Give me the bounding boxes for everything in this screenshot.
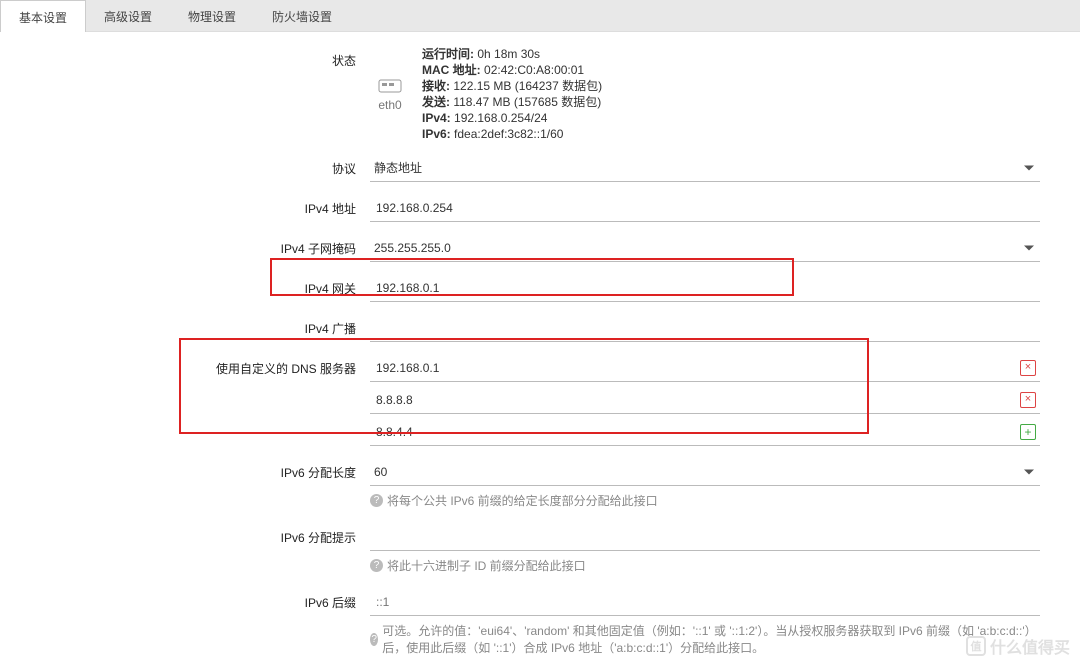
ipv6-suffix-input[interactable] [374,594,1036,610]
label-ipv6-suffix: IPv6 后缀 [0,588,370,611]
tabbar: 基本设置 高级设置 物理设置 防火墙设置 [0,0,1080,32]
ipv6-length-value: 60 [374,465,387,479]
ipv6-suffix-hint: ? 可选。允许的值：'eui64'、'random' 和其他固定值（例如：'::… [370,616,1040,658]
dns-input-2[interactable] [374,424,1036,440]
status-lines: 运行时间: 0h 18m 30s MAC 地址: 02:42:C0:A8:00:… [422,46,602,142]
label-ipv4-broadcast: IPv4 广播 [0,314,370,337]
ipv6-hint-input[interactable] [374,529,1036,545]
label-ipv4-address: IPv4 地址 [0,194,370,217]
ipv4-gateway-input[interactable] [374,280,1036,296]
interface-name: eth0 [378,98,401,112]
dns-input-0[interactable] [374,360,1036,376]
label-ipv4-mask: IPv4 子网掩码 [0,234,370,257]
label-protocol: 协议 [0,154,370,177]
add-icon[interactable]: + [1020,424,1036,440]
label-status: 状态 [0,46,370,69]
tab-basic[interactable]: 基本设置 [0,0,86,32]
chevron-down-icon [1024,165,1034,170]
form: 状态 eth0 运行时间: 0h 18m 30s MAC 地址: 02:42:C… [0,32,1080,664]
interface-icon: eth0 [370,76,410,112]
tab-physical[interactable]: 物理设置 [170,0,254,31]
label-ipv6-length: IPv6 分配长度 [0,458,370,481]
protocol-select[interactable]: 静态地址 [370,154,1040,182]
chevron-down-icon [1024,245,1034,250]
ipv6-length-select[interactable]: 60 [370,458,1040,486]
watermark: 值 什么值得买 [966,634,1070,658]
dns-input-1[interactable] [374,392,1036,408]
label-ipv4-gateway: IPv4 网关 [0,274,370,297]
remove-icon[interactable]: × [1020,392,1036,408]
ipv4-mask-value: 255.255.255.0 [374,241,451,255]
remove-icon[interactable]: × [1020,360,1036,376]
protocol-value: 静态地址 [374,159,422,176]
status-block: eth0 运行时间: 0h 18m 30s MAC 地址: 02:42:C0:A… [370,46,1050,142]
ipv4-broadcast-input[interactable] [374,320,1036,336]
help-icon: ? [370,559,383,572]
ipv4-mask-select[interactable]: 255.255.255.0 [370,234,1040,262]
help-icon: ? [370,494,383,507]
tab-advanced[interactable]: 高级设置 [86,0,170,31]
help-icon: ? [370,633,378,646]
ipv6-length-hint: ? 将每个公共 IPv6 前缀的给定长度部分分配给此接口 [370,486,1040,511]
chevron-down-icon [1024,469,1034,474]
watermark-logo-icon: 值 [966,636,986,656]
ipv6-hint-hint: ? 将此十六进制子 ID 前缀分配给此接口 [370,551,1040,576]
label-ipv6-hint: IPv6 分配提示 [0,523,370,546]
tab-firewall[interactable]: 防火墙设置 [254,0,350,31]
ipv4-address-input[interactable] [374,200,1036,216]
label-dns: 使用自定义的 DNS 服务器 [0,354,370,377]
